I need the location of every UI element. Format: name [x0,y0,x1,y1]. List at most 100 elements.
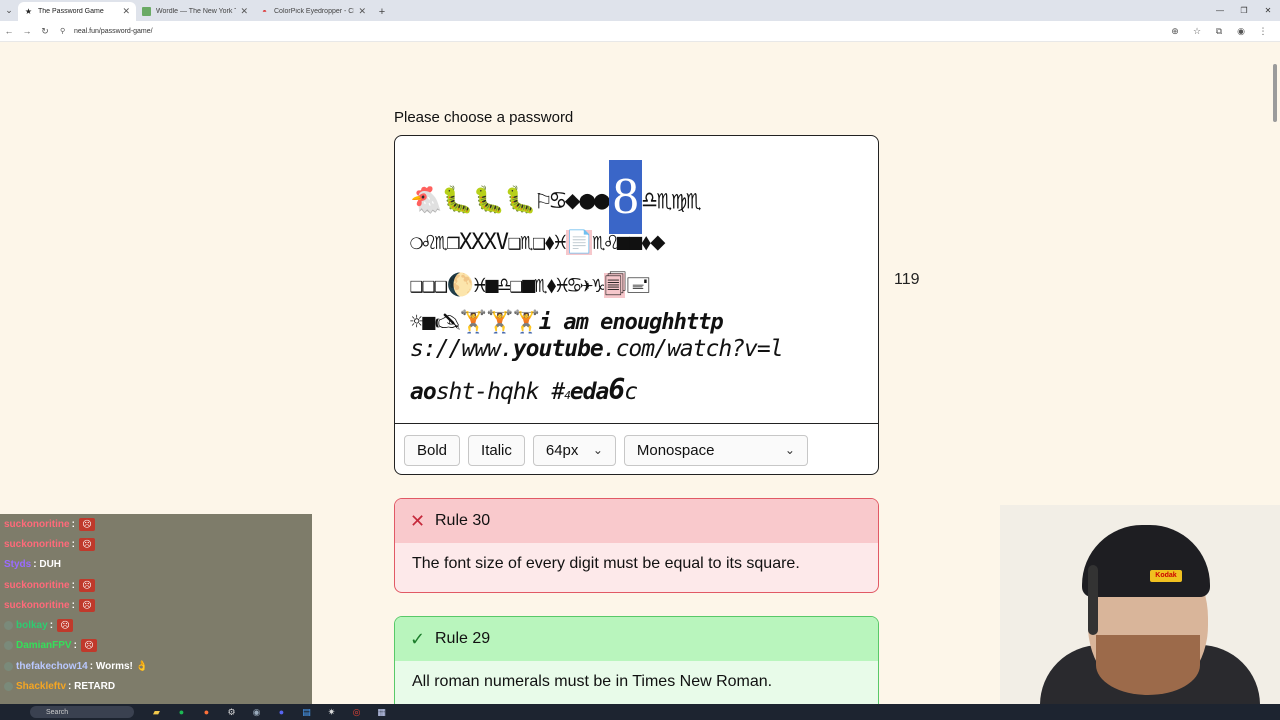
chat-separator: : [71,538,75,550]
menu-kebab-icon[interactable]: ⋮ [1252,22,1274,40]
chat-username: suckonoritine [4,599,70,611]
chat-username: suckonoritine [4,538,70,550]
chat-username: Shackleftv [16,681,67,693]
rule-text: The font size of every digit must be equ… [412,555,800,572]
password-segment: i am enoughhttp [538,310,724,335]
chat-message: Styds : DUH [0,555,312,575]
zoom-icon[interactable]: ⊕ [1164,22,1186,40]
password-prompt-label: Please choose a password [394,109,574,126]
chat-username: bolkay [16,620,48,632]
password-line-3: ❑❑❑🌔♓■♎❑■♏⬧♓♋✈♑🗐🖃 [410,268,651,306]
cap-logo: Kodak [1150,570,1182,582]
rule-title: Rule 29 [435,630,491,647]
tab-password-game[interactable]: ★ The Password Game ✕ [18,2,136,21]
password-segment: ♎♏♍♏ [641,185,702,216]
emote-icon: ☹ [78,598,95,612]
firefox-icon[interactable]: ● [194,704,219,720]
password-segment: youtube [512,336,604,362]
taskbar-search[interactable]: Search [30,706,134,718]
gear-app-icon[interactable]: ✷ [319,704,344,720]
profile-icon[interactable]: ◉ [1230,22,1252,40]
calculator-icon[interactable]: ▦ [369,704,394,720]
rule-card-30: ✕ Rule 30 The font size of every digit m… [394,498,879,593]
scrollbar-thumb[interactable] [1273,64,1277,122]
chat-username: DamianFPV [16,640,72,652]
wordle-favicon-icon [142,7,151,16]
password-segment: ao [410,379,437,405]
highlighted-segment: 🗐 [604,273,626,298]
user-badge-icon [4,661,13,671]
password-line-5: s://www.youtube.com/watch?v=l [410,336,784,362]
rule-header: ✕ Rule 30 [395,499,878,543]
tab-label: Wordle — The New York Times [156,8,237,15]
window-controls: — ❐ ✕ [1208,0,1280,21]
font-family-value: Monospace [636,441,715,459]
tab-label: ColorPick Eyedropper - Chrome [274,8,354,15]
chat-message: Shackleftv : RETARD [0,676,312,696]
rule-title: Rule 30 [435,512,491,529]
toolbar-actions: ⊕ ☆ ⧉ ◉ ⋮ [1164,22,1274,40]
password-segment: eda [569,379,610,405]
chat-separator: : [73,640,77,652]
emote-icon: ☹ [78,578,95,592]
steam-icon[interactable]: ◉ [244,704,269,720]
password-line-6: aosht-hqhk #4eda6c [410,373,638,406]
password-segment: ❍♌♏❒XXXV❑♏❑⬧♓ [410,230,567,255]
chat-message: thefakechow14 : Worms! 👌 [0,656,312,676]
bookmark-star-icon[interactable]: ☆ [1186,22,1208,40]
character-count: 119 [894,271,920,288]
close-icon[interactable]: ✕ [240,6,248,17]
close-icon[interactable]: ✕ [358,6,366,17]
os-taskbar: Search ▰ ● ● ⚙ ◉ ● ▤ ✷ ◎ ▦ [0,704,1280,720]
user-badge-icon [4,621,13,631]
chat-text: DUH [39,559,62,571]
format-toolbar: Bold Italic 64px ⌄ Monospace ⌄ [395,423,878,474]
chrome-icon[interactable]: ◎ [344,704,369,720]
restore-icon[interactable]: ❐ [1232,0,1256,21]
address-bar[interactable]: ⚲ neal.fun/password-game/ [60,23,1158,39]
extensions-icon[interactable]: ⧉ [1208,22,1230,40]
bold-button[interactable]: Bold [404,434,461,466]
close-window-icon[interactable]: ✕ [1256,0,1280,21]
font-size-select[interactable]: 64px ⌄ [532,434,616,466]
italic-button[interactable]: Italic [468,434,525,466]
spotify-icon[interactable]: ● [169,704,194,720]
password-segment: s://www. [410,336,514,362]
back-arrow-icon[interactable]: ← [0,22,18,40]
file-explorer-icon[interactable]: ▰ [144,704,169,720]
rule-text: All roman numerals must be in Times New … [412,673,773,690]
password-segment: ❑❑❑🌔♓■♎❑■♏⬧♓♋✈♑ [410,273,605,298]
password-segment: ♏♌■■⬧⬥ [592,230,665,255]
chat-separator: : [89,660,94,672]
password-input[interactable]: 🐔🐛🐛🐛⚐♋◆●●8 ♎♏♍♏ ❍♌♏❒XXXV❑♏❑⬧♓📄♏♌■■⬧⬥ ❑❑❑🌔… [410,150,865,420]
site-info-icon[interactable]: ⚲ [60,27,70,35]
chat-username: Styds [4,559,32,571]
user-badge-icon [4,682,13,692]
tab-colorpick[interactable]: ◓ ColorPick Eyedropper - Chrome ✕ [254,2,372,21]
notes-app-icon[interactable]: ▤ [294,704,319,720]
chat-message: bolkay : ☹ [0,615,312,635]
minimize-icon[interactable]: — [1208,0,1232,21]
font-size-value: 64px [545,441,579,459]
close-icon[interactable]: ✕ [122,6,130,17]
reload-icon[interactable]: ↻ [36,22,54,40]
browser-tab-bar: ⌄ ★ The Password Game ✕ Wordle — The New… [0,0,1280,21]
font-family-select[interactable]: Monospace ⌄ [623,434,808,466]
password-segment: sht-hqhk # [435,379,565,405]
webcam-person-beard [1096,635,1200,695]
stream-chat-overlay: suckonoritine : ☹ suckonoritine : ☹ Styds … [0,514,312,704]
chat-separator: : [33,559,37,571]
webcam-person-cap [1082,525,1210,597]
password-segment: .com/watch?v=l [602,336,784,362]
emote-icon: ☹ [78,517,95,531]
tab-search-icon[interactable]: ⌄ [0,0,18,21]
eyedropper-favicon-icon: ◓ [262,7,267,16]
forward-arrow-icon[interactable]: → [18,22,36,40]
password-digit: 6 [608,373,625,406]
settings-gear-icon[interactable]: ⚙ [219,704,244,720]
chat-separator: : [71,599,75,611]
x-icon: ✕ [410,510,426,531]
tab-wordle[interactable]: Wordle — The New York Times ✕ [136,2,254,21]
new-tab-plus-icon[interactable]: + [372,2,392,21]
discord-icon[interactable]: ● [269,704,294,720]
